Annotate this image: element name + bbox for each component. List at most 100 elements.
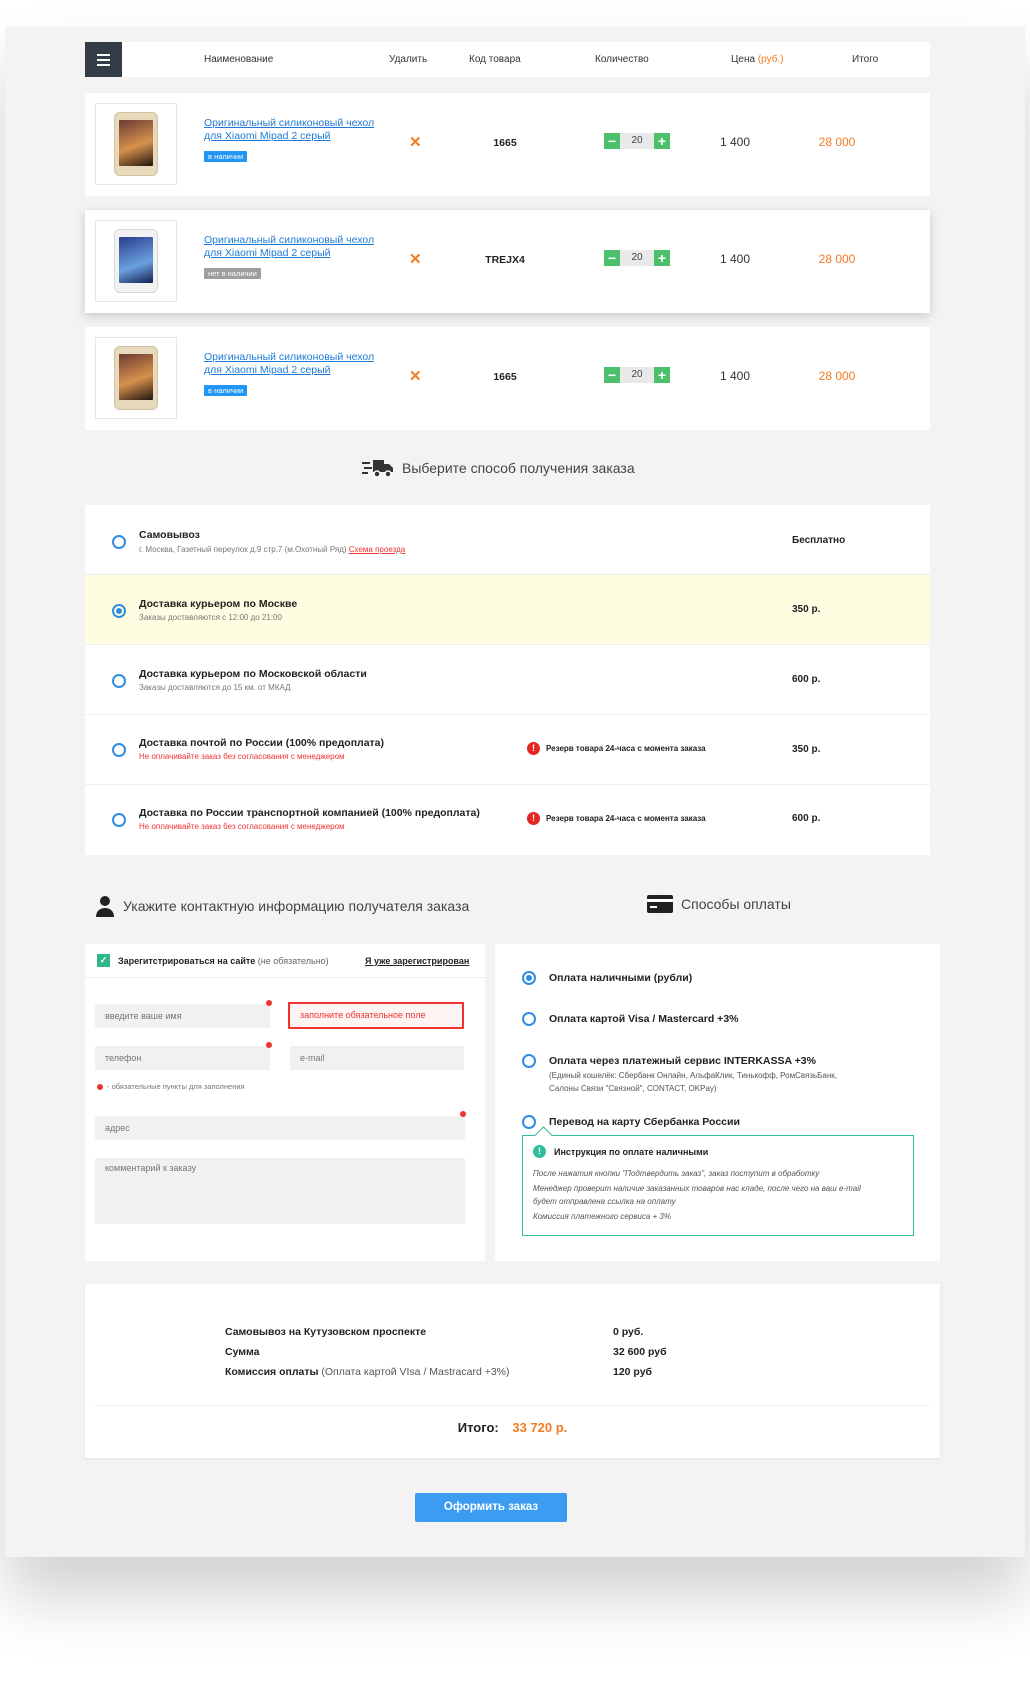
header-price: Цена (руб.): [731, 54, 784, 65]
quantity-stepper: − 20 +: [604, 367, 670, 383]
delivery-option-price: Бесплатно: [792, 535, 846, 546]
name-input[interactable]: [95, 1004, 270, 1028]
product-image[interactable]: [95, 337, 177, 419]
route-map-link[interactable]: Схема проезда: [349, 545, 405, 554]
already-registered-link[interactable]: Я уже зарегистрирован: [365, 956, 469, 966]
sum-label: Сумма: [225, 1346, 260, 1358]
delivery-title-text: Выберите способ получения заказа: [402, 460, 635, 476]
payment-option-name[interactable]: Оплата наличными (рубли): [549, 972, 692, 984]
delete-icon[interactable]: ✕: [409, 250, 422, 268]
delivery-option-name: Доставка почтой по России (100% предопла…: [139, 737, 385, 749]
grand-total-value: 33 720 р.: [512, 1420, 568, 1435]
payment-radio[interactable]: [522, 1115, 536, 1129]
delivery-option-price: 350 р.: [792, 604, 821, 615]
product-code: 1665: [493, 371, 517, 383]
item-price: 1 400: [719, 369, 751, 383]
quantity-input[interactable]: 20: [620, 133, 654, 149]
required-dot: [97, 1083, 103, 1090]
delivery-radio[interactable]: [112, 674, 126, 688]
product-name-link[interactable]: Оригинальный силиконовый чехол для Xiaom…: [204, 234, 379, 260]
grand-total-label: Итого:: [457, 1420, 499, 1435]
minus-button[interactable]: −: [604, 367, 620, 383]
item-total: 28 000: [818, 135, 856, 149]
error-field[interactable]: заполните обязательное поле: [288, 1002, 464, 1029]
email-input[interactable]: [290, 1046, 464, 1070]
payment-radio[interactable]: [522, 971, 536, 985]
contact-section-title: Укажите контактную информацию получателя…: [95, 895, 469, 917]
header-price-unit: (руб.): [757, 54, 784, 65]
product-image[interactable]: [95, 220, 177, 302]
delivery-option[interactable]: Самовывоз г. Москва, Газетный переулок д…: [85, 505, 930, 575]
pickup-value: 0 руб.: [613, 1326, 644, 1338]
submit-order-button[interactable]: Оформить заказ: [415, 1493, 567, 1522]
delivery-option-price: 350 р.: [792, 744, 821, 755]
product-code: TREJX4: [485, 254, 525, 266]
delivery-radio[interactable]: [112, 743, 126, 757]
alert-icon: !: [527, 742, 540, 755]
quantity-input[interactable]: 20: [620, 367, 654, 383]
required-dot: [460, 1111, 466, 1117]
reserve-warning-text: Резерв товара 24-часа с момента заказа: [546, 814, 706, 823]
minus-button[interactable]: −: [604, 250, 620, 266]
contact-form-panel: ✓ Зарегитстрироваться на сайте (не обяза…: [85, 944, 485, 1261]
delivery-radio[interactable]: [112, 604, 126, 618]
instruction-body: После нажатия кнопки "Подтвердить заказ"…: [533, 1167, 861, 1223]
payment-option-name[interactable]: Оплата через платежный сервис INTERKASSA…: [549, 1055, 816, 1067]
header-name: Наименование: [204, 54, 274, 65]
required-note-text: - обязательные пункты для заполнения: [107, 1082, 245, 1091]
register-checkbox-row[interactable]: ✓ Зарегитстрироваться на сайте (не обяза…: [97, 954, 329, 967]
delivery-option-sub: Не оплачивайте заказ без согласования с …: [139, 752, 345, 761]
delivery-option[interactable]: Доставка курьером по Москве Заказы доста…: [85, 575, 930, 645]
credit-card-icon: [647, 895, 673, 913]
checkbox-checked-icon[interactable]: ✓: [97, 954, 110, 967]
product-name-link[interactable]: Оригинальный силиконовый чехол для Xiaom…: [204, 351, 379, 377]
delivery-option[interactable]: Доставка почтой по России (100% предопла…: [85, 715, 930, 785]
instruction-line: После нажатия кнопки "Подтвердить заказ"…: [533, 1169, 820, 1178]
payment-radio[interactable]: [522, 1054, 536, 1068]
plus-button[interactable]: +: [654, 250, 670, 266]
phone-input[interactable]: [95, 1046, 270, 1070]
delivery-truck-icon: [362, 460, 393, 478]
delete-icon[interactable]: ✕: [409, 367, 422, 385]
stock-badge: в наличии: [204, 151, 248, 162]
payment-option-name[interactable]: Перевод на карту Сбербанка России: [549, 1116, 740, 1128]
delivery-option-price: 600 р.: [792, 813, 821, 824]
payment-title-text: Способы оплаты: [681, 896, 791, 912]
delivery-option-name: Самовывоз: [139, 529, 200, 541]
register-label-text: Зарегитстрироваться на сайте: [118, 955, 256, 966]
quantity-input[interactable]: 20: [620, 250, 654, 266]
menu-icon[interactable]: [85, 42, 122, 77]
instruction-line: Менеджер проверит наличие заказанных тов…: [533, 1184, 861, 1193]
product-image[interactable]: [95, 103, 177, 185]
delete-icon[interactable]: ✕: [409, 133, 422, 151]
divider: [95, 1405, 930, 1406]
delivery-options-panel: Самовывоз г. Москва, Газетный переулок д…: [85, 505, 930, 855]
instruction-header: ! Инструкция по оплате наличными: [533, 1145, 708, 1158]
delivery-option[interactable]: Доставка курьером по Московской области …: [85, 645, 930, 715]
payment-radio[interactable]: [522, 1012, 536, 1026]
address-input[interactable]: [95, 1116, 465, 1140]
delivery-radio[interactable]: [112, 813, 126, 827]
delivery-option-price: 600 р.: [792, 674, 821, 685]
payment-panel: Оплата наличными (рубли) Оплата картой V…: [495, 944, 940, 1261]
product-name-link[interactable]: Оригинальный силиконовый чехол для Xiaom…: [204, 117, 379, 143]
stock-badge: в наличии: [204, 385, 248, 396]
info-icon: !: [533, 1145, 546, 1158]
plus-button[interactable]: +: [654, 133, 670, 149]
item-price: 1 400: [719, 135, 751, 149]
minus-button[interactable]: −: [604, 133, 620, 149]
payment-option-name[interactable]: Оплата картой Visa / Mastercard +3%: [549, 1013, 739, 1025]
reserve-warning-text: Резерв товара 24-часа с момента заказа: [546, 744, 706, 753]
delivery-option[interactable]: Доставка по России транспортной компание…: [85, 785, 930, 855]
instruction-title: Инструкция по оплате наличными: [554, 1146, 709, 1157]
reserve-warning: ! Резерв товара 24-часа с момента заказа: [527, 812, 706, 825]
payment-section-title: Способы оплаты: [647, 895, 791, 913]
comment-textarea[interactable]: [95, 1158, 465, 1224]
stock-badge: нет в наличии: [204, 268, 261, 279]
delivery-radio[interactable]: [112, 535, 126, 549]
payment-option-sub: (Единый кошелёк: Сбербанк Онлайн, АльфаК…: [549, 1071, 838, 1080]
register-label: Зарегитстрироваться на сайте (не обязате…: [118, 956, 329, 966]
register-optional: (не обязательно): [257, 955, 329, 966]
delivery-section-title: Выберите способ получения заказа: [362, 458, 635, 478]
plus-button[interactable]: +: [654, 367, 670, 383]
